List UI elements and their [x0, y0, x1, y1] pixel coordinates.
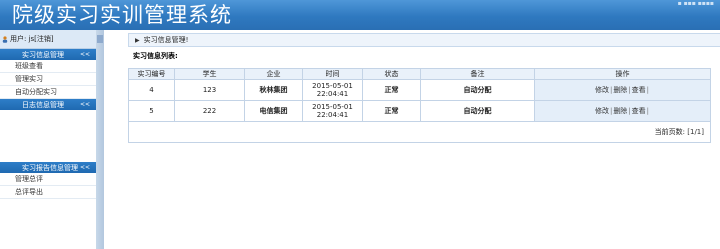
table-row: 5 222 电信集团 2015-05-01 22:04:41 正常 自动分配 修改…: [128, 100, 711, 122]
list-title: 实习信息列表:: [133, 52, 178, 60]
table-header-row: 实习编号 学生 企业 时间 状态 备注 操作: [128, 68, 711, 80]
cell-note: 自动分配: [420, 79, 535, 101]
edit-link[interactable]: 修改: [595, 107, 609, 115]
time-clock: 22:04:41: [316, 90, 349, 98]
cell-actions: 修改|删除|查看|: [534, 79, 711, 101]
column-header: 时间: [302, 68, 363, 80]
column-header: 企业: [244, 68, 303, 80]
column-header: 实习编号: [128, 68, 175, 80]
user-label[interactable]: 用户: js[注销]: [10, 34, 54, 44]
cell-company: 秋林集团: [244, 79, 303, 101]
sidebar-item-export-review[interactable]: 总评导出: [0, 186, 96, 199]
time-date: 2015-05-01: [312, 82, 353, 90]
internship-table: 实习编号 学生 企业 时间 状态 备注 操作 4 123 秋林集团 2015-0…: [128, 68, 711, 143]
column-header: 状态: [362, 68, 421, 80]
splitter-handle[interactable]: [97, 35, 103, 43]
view-link[interactable]: 查看: [632, 107, 646, 115]
sidebar-item-auto-assign[interactable]: 自动分配实习: [0, 86, 96, 99]
cell-time: 2015-05-01 22:04:41: [302, 79, 363, 101]
breadcrumb-label: 实习信息管理!: [143, 36, 189, 44]
sidebar-section-internship[interactable]: 实习信息管理 <<: [0, 49, 96, 60]
cell-student: 123: [174, 79, 245, 101]
cell-actions: 修改|删除|查看|: [534, 100, 711, 122]
sidebar-splitter[interactable]: [96, 30, 104, 249]
edit-link[interactable]: 修改: [595, 86, 609, 94]
time-clock: 22:04:41: [316, 111, 349, 119]
sidebar-item-manage-internship[interactable]: 管理实习: [0, 73, 96, 86]
user-icon: [2, 35, 8, 43]
cell-status: 正常: [362, 100, 421, 122]
delete-link[interactable]: 删除: [613, 107, 627, 115]
column-header: 备注: [420, 68, 535, 80]
time-date: 2015-05-01: [312, 103, 353, 111]
sidebar-gap: [0, 110, 96, 162]
column-header: 学生: [174, 68, 245, 80]
pager-value: [1/1]: [687, 128, 704, 136]
section-label: 实习信息管理: [22, 50, 64, 59]
sidebar-section-reports[interactable]: 实习报告信息管理 <<: [0, 162, 96, 173]
header-banner: 院级实习实训管理系统 ▪ ▪▪▪ ▪▪▪▪: [0, 0, 720, 30]
cell-student: 222: [174, 100, 245, 122]
sidebar-item-class-view[interactable]: 班级查看: [0, 60, 96, 73]
view-link[interactable]: 查看: [632, 86, 646, 94]
main-content: ▶ 实习信息管理! 实习信息列表: 实习编号 学生 企业 时间 状态 备注 操作…: [104, 30, 720, 249]
table-row: 4 123 秋林集团 2015-05-01 22:04:41 正常 自动分配 修改…: [128, 79, 711, 101]
cell-id: 4: [128, 79, 175, 101]
column-header: 操作: [534, 68, 711, 80]
top-links[interactable]: ▪ ▪▪▪ ▪▪▪▪: [678, 0, 714, 7]
pager-label: 当前页数:: [654, 128, 686, 136]
delete-link[interactable]: 删除: [613, 86, 627, 94]
cell-note: 自动分配: [420, 100, 535, 122]
sidebar: 用户: js[注销] 实习信息管理 << 班级查看 管理实习 自动分配实习 日志…: [0, 30, 96, 249]
user-bar: 用户: js[注销]: [0, 30, 96, 49]
section-label: 实习报告信息管理: [22, 163, 78, 172]
collapse-icon[interactable]: <<: [80, 51, 90, 58]
sidebar-section-logs[interactable]: 日志信息管理 <<: [0, 99, 96, 110]
triangle-right-icon: ▶: [135, 36, 140, 44]
cell-status: 正常: [362, 79, 421, 101]
pager-row: 当前页数: [1/1]: [128, 121, 711, 143]
section-label: 日志信息管理: [22, 100, 64, 109]
app-title: 院级实习实训管理系统: [12, 3, 232, 27]
pager-cell: 当前页数: [1/1]: [128, 121, 711, 143]
breadcrumb: ▶ 实习信息管理!: [128, 33, 720, 47]
sidebar-item-manage-review[interactable]: 管理总评: [0, 173, 96, 186]
cell-company: 电信集团: [244, 100, 303, 122]
collapse-icon[interactable]: <<: [80, 164, 90, 171]
cell-time: 2015-05-01 22:04:41: [302, 100, 363, 122]
cell-id: 5: [128, 100, 175, 122]
collapse-icon[interactable]: <<: [80, 101, 90, 108]
